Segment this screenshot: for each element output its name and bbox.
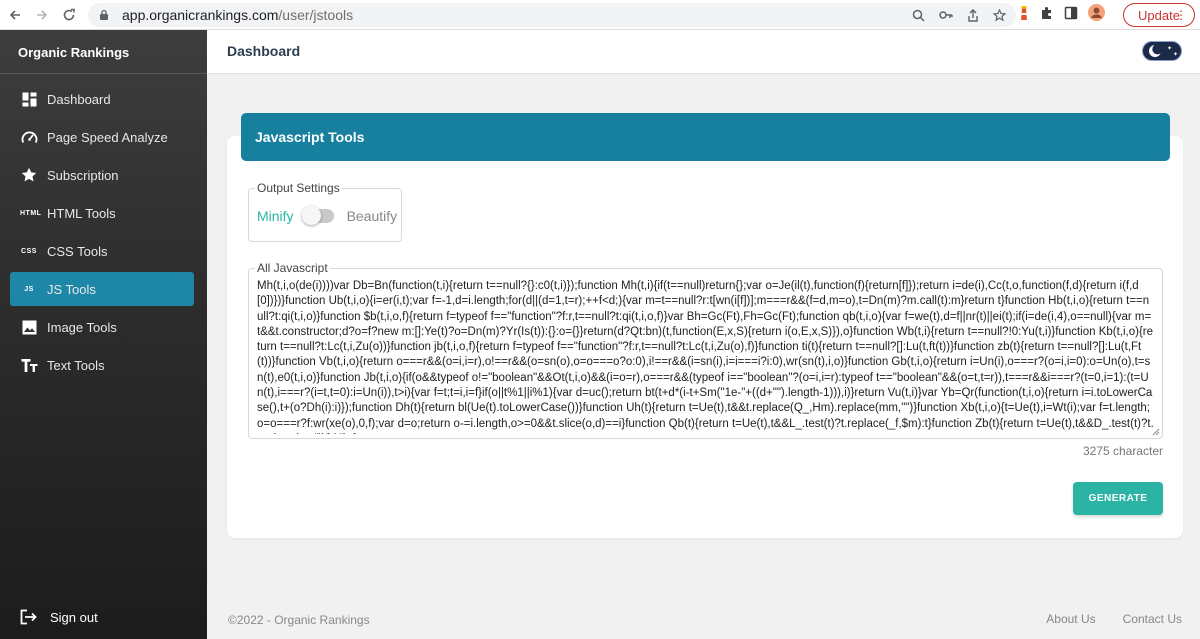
star-sparkle-icon: ✦ xyxy=(1173,52,1179,58)
character-count: 3275 character xyxy=(1082,444,1163,458)
top-bar: Dashboard ✦ ✦ xyxy=(207,30,1200,74)
minify-beautify-toggle[interactable] xyxy=(301,206,334,225)
star-icon xyxy=(20,166,38,184)
key-icon[interactable] xyxy=(939,9,953,21)
sign-out-icon xyxy=(20,608,38,626)
brand-name[interactable]: Organic Rankings xyxy=(18,45,129,60)
extension-lighthouse-icon[interactable] xyxy=(1018,5,1030,26)
sidebar-item-text-tools[interactable]: Text Tools xyxy=(10,348,194,382)
reload-icon[interactable] xyxy=(56,2,82,28)
sidebar-item-label: Subscription xyxy=(47,167,119,183)
javascript-code-content[interactable]: Mh(t,i,o(de(i))))var Db=Bn(function(t,i)… xyxy=(257,279,1154,434)
footer-copyright: ©2022 - Organic Rankings xyxy=(228,613,370,627)
sidebar-item-label: Text Tools xyxy=(47,357,105,373)
beautify-label[interactable]: Beautify xyxy=(347,208,398,224)
sign-out-button[interactable]: Sign out xyxy=(20,608,98,626)
profile-avatar-icon[interactable] xyxy=(1088,4,1105,26)
moon-icon xyxy=(1149,44,1162,57)
extensions-puzzle-icon[interactable] xyxy=(1040,6,1054,25)
url-host: app.organicrankings.com xyxy=(122,7,279,23)
sidebar-item-label: CSS Tools xyxy=(47,243,108,259)
update-button[interactable]: Update ⋮ xyxy=(1123,3,1195,27)
js-icon: JS xyxy=(24,285,34,293)
css-icon: CSS xyxy=(21,247,37,255)
url-path: /user/jstools xyxy=(278,7,354,23)
text-icon xyxy=(20,356,38,374)
lock-icon xyxy=(98,8,112,22)
star-sparkle-icon: ✦ xyxy=(1167,46,1173,52)
image-icon xyxy=(20,318,38,336)
sidebar-item-image-tools[interactable]: Image Tools xyxy=(10,310,194,344)
update-label: Update xyxy=(1138,7,1180,23)
footer-links: About Us Contact Us xyxy=(1046,612,1182,626)
html-icon: HTML xyxy=(20,209,42,217)
zoom-icon[interactable] xyxy=(912,9,925,22)
resize-grip-icon[interactable] xyxy=(1152,428,1160,436)
share-icon[interactable] xyxy=(967,8,979,22)
speedometer-icon xyxy=(20,128,38,146)
forward-icon[interactable] xyxy=(29,2,55,28)
generate-button[interactable]: GENERATE xyxy=(1073,482,1163,515)
more-vertical-icon: ⋮ xyxy=(1175,8,1187,22)
sidebar-item-html-tools[interactable]: HTML HTML Tools xyxy=(10,196,194,230)
back-icon[interactable] xyxy=(2,2,28,28)
contact-us-link[interactable]: Contact Us xyxy=(1123,612,1182,626)
dashboard-icon xyxy=(20,90,38,108)
theme-toggle[interactable]: ✦ ✦ xyxy=(1142,41,1182,61)
minify-label[interactable]: Minify xyxy=(257,208,294,224)
browser-toolbar: app.organicrankings.com/user/jstools Upd… xyxy=(0,0,1200,30)
sidebar-divider xyxy=(0,73,207,74)
sidebar-menu: Dashboard Page Speed Analyze Subscriptio… xyxy=(10,82,194,386)
about-us-link[interactable]: About Us xyxy=(1046,612,1095,626)
sidebar-item-page-speed[interactable]: Page Speed Analyze xyxy=(10,120,194,154)
sidebar-item-dashboard[interactable]: Dashboard xyxy=(10,82,194,116)
output-settings-label: Output Settings xyxy=(255,181,342,195)
output-mode-switch-row: Minify Beautify xyxy=(257,206,398,225)
sidebar-item-label: HTML Tools xyxy=(47,205,116,221)
sidebar-item-css-tools[interactable]: CSS CSS Tools xyxy=(10,234,194,268)
javascript-textarea[interactable]: All Javascript Mh(t,i,o(de(i))))var Db=B… xyxy=(248,261,1163,439)
tool-title: Javascript Tools xyxy=(241,113,1170,161)
page-title: Dashboard xyxy=(227,43,301,59)
toggle-knob xyxy=(301,206,321,225)
all-javascript-label: All Javascript xyxy=(255,261,330,275)
sidebar-item-label: Image Tools xyxy=(47,319,117,335)
sidebar-item-subscription[interactable]: Subscription xyxy=(10,158,194,192)
address-bar[interactable]: app.organicrankings.com/user/jstools xyxy=(88,3,1016,27)
sidebar-item-js-tools[interactable]: JS JS Tools xyxy=(10,272,194,306)
sidebar-item-label: JS Tools xyxy=(47,281,96,297)
sidepanel-icon[interactable] xyxy=(1064,6,1078,25)
output-settings-group: Output Settings Minify Beautify xyxy=(248,181,402,242)
sidebar-item-label: Dashboard xyxy=(47,91,111,107)
bookmark-star-icon[interactable] xyxy=(993,8,1006,22)
sidebar-item-label: Page Speed Analyze xyxy=(47,129,168,145)
sidebar: Organic Rankings Dashboard Page Speed An… xyxy=(0,30,207,639)
sign-out-label: Sign out xyxy=(50,609,98,625)
